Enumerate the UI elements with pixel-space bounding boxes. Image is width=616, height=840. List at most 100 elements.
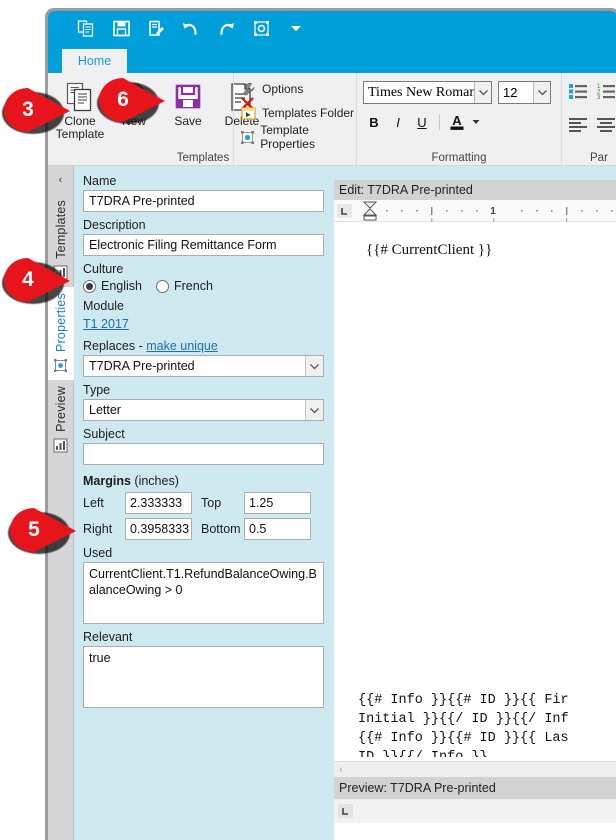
align-left-button[interactable] [569,118,588,137]
preview-body [334,823,616,840]
font-color-button[interactable]: A [446,111,468,133]
qat-template-properties-icon[interactable] [250,16,272,40]
templates-group-label: Templates [176,152,230,164]
qat-save-icon[interactable] [110,16,132,40]
margins-title-bold: Margins [83,474,131,488]
description-input[interactable]: Electronic Filing Remittance Form [83,234,324,256]
tab-home[interactable]: Home [62,49,127,73]
italic-label: I [396,114,400,130]
radio-dot-english [83,279,96,293]
margin-bottom-input[interactable]: 0.5 [244,518,311,540]
editor-bottom-line-4: ID }}{{/ Info }} [334,748,616,757]
sidebar-tab-preview-label: Preview [54,385,68,432]
callout-3-number: 4 [22,268,34,291]
module-link[interactable]: T1 2017 [83,317,129,331]
replaces-label: Replaces - [83,339,147,353]
margins-row-2: Right 0.3958333 Bottom 0.5 [83,518,324,540]
callout-6-number: 6 [117,88,129,111]
make-unique-link[interactable]: make unique [146,339,218,353]
quick-access-toolbar [75,16,307,40]
replaces-chevron-down-icon[interactable] [305,356,323,376]
numbered-list-button[interactable]: 1 2 3 [597,83,616,105]
radio-dot-french [156,279,169,293]
qat-undo-icon[interactable] [180,16,202,40]
type-chevron-down-icon[interactable] [305,400,323,420]
formatting-divider [439,114,440,130]
bold-button[interactable]: B [363,111,385,133]
paragraph-group-label: Par [590,152,608,164]
callout-marker-6: 6 [95,78,167,124]
ribbon-group-paragraph: 1 2 3 Par [561,73,616,166]
ribbon-tab-strip: Home [48,49,616,73]
replaces-combobox[interactable]: T7DRA Pre-printed [83,355,324,377]
relevant-textarea[interactable]: true [83,646,324,708]
font-color-chevron-down-icon[interactable] [470,111,482,133]
save-floppy-icon [173,79,203,115]
margin-left-label: Left [83,496,104,510]
font-size-combobox[interactable]: 12 [498,81,551,104]
replaces-value: T7DRA Pre-printed [89,359,195,373]
editor-horizontal-scrollbar[interactable]: ‹ [334,761,616,777]
callout-5-number: 5 [28,518,40,541]
font-name-chevron-down-icon[interactable] [474,82,491,103]
bullet-list-button[interactable] [569,83,588,105]
type-value: Letter [89,403,121,417]
editor-bottom-line-1: {{# Info }}{{# ID }}{{ Fir [358,693,569,708]
options-label: Options [262,82,304,96]
name-label: Name [83,174,117,188]
qat-clone-icon[interactable] [75,16,97,40]
scroll-left-arrow-icon[interactable]: ‹ [334,764,348,775]
sidebar-tab-preview[interactable]: Preview [48,380,74,460]
preview-ruler[interactable] [334,799,616,823]
properties-panel: Name T7DRA Pre-printed Description Elect… [74,166,334,840]
editor-canvas[interactable]: {{# CurrentClient }} {{# Info }}{{# ID }… [334,222,616,761]
properties-icon [53,358,69,374]
collapse-panel-button[interactable]: ‹ [48,166,73,194]
type-combobox[interactable]: Letter [83,399,324,421]
underline-button[interactable]: U [411,111,433,133]
relevant-label: Relevant [83,630,133,644]
culture-radio-french[interactable]: French [156,279,213,293]
tab-stop-icon[interactable] [337,204,352,218]
callout-marker-5: 5 [6,508,78,554]
culture-french-label: French [174,279,213,293]
used-textarea[interactable]: CurrentClient.T1.RefundBalanceOwing.Bala… [83,562,324,624]
qat-chevron-down-icon[interactable] [285,16,307,40]
callout-marker-4: 3 [0,88,72,134]
subject-input[interactable] [83,443,324,465]
align-center-button[interactable] [597,118,616,137]
culture-radio-group: English French [83,279,324,293]
margin-left-input[interactable]: 2.333333 [125,492,192,514]
folder-window-icon [240,105,257,122]
editor-bottom-line-3: {{# Info }}{{# ID }}{{ Las [358,731,569,746]
italic-button[interactable]: I [387,111,409,133]
template-properties-icon [240,129,255,146]
save-label: Save [174,114,202,128]
editor-panel: Edit: T7DRA Pre-printed 1 {{# CurrentCli… [334,166,616,840]
qat-new-icon[interactable] [145,16,167,40]
preview-header: Preview: T7DRA Pre-printed [334,777,616,799]
ruler-track: 1 2 [356,200,616,222]
name-input[interactable]: T7DRA Pre-printed [83,190,324,212]
replaces-label-row: Replaces - make unique [83,339,324,353]
ribbon-group-template-actions: Options Templates Folder Template Proper… [177,73,356,166]
templates-folder-button[interactable]: Templates Folder [240,101,356,125]
application-window: Home Clone Template Save Delete Options … [45,8,616,840]
qat-redo-icon[interactable] [215,16,237,40]
editor-ruler[interactable]: 1 2 [334,200,616,222]
margin-bottom-label: Bottom [201,522,241,536]
ribbon-group-formatting: Times New Roman 12 B I U A Formatting [356,73,561,166]
margins-row-1: Left 2.333333 Top 1.25 [83,492,324,514]
font-size-chevron-down-icon[interactable] [533,82,550,103]
preview-tab-stop-icon[interactable] [338,804,353,818]
margin-top-input[interactable]: 1.25 [244,492,311,514]
culture-radio-english[interactable]: English [83,279,142,293]
title-bar [48,11,616,49]
culture-english-label: English [101,279,142,293]
options-button[interactable]: Options [240,77,356,101]
margin-right-input[interactable]: 0.3958333 [125,518,192,540]
font-name-combobox[interactable]: Times New Roman [363,81,492,104]
template-properties-button[interactable]: Template Properties [240,123,356,151]
callout-marker-3: 4 [0,258,72,304]
underline-label: U [417,114,427,130]
